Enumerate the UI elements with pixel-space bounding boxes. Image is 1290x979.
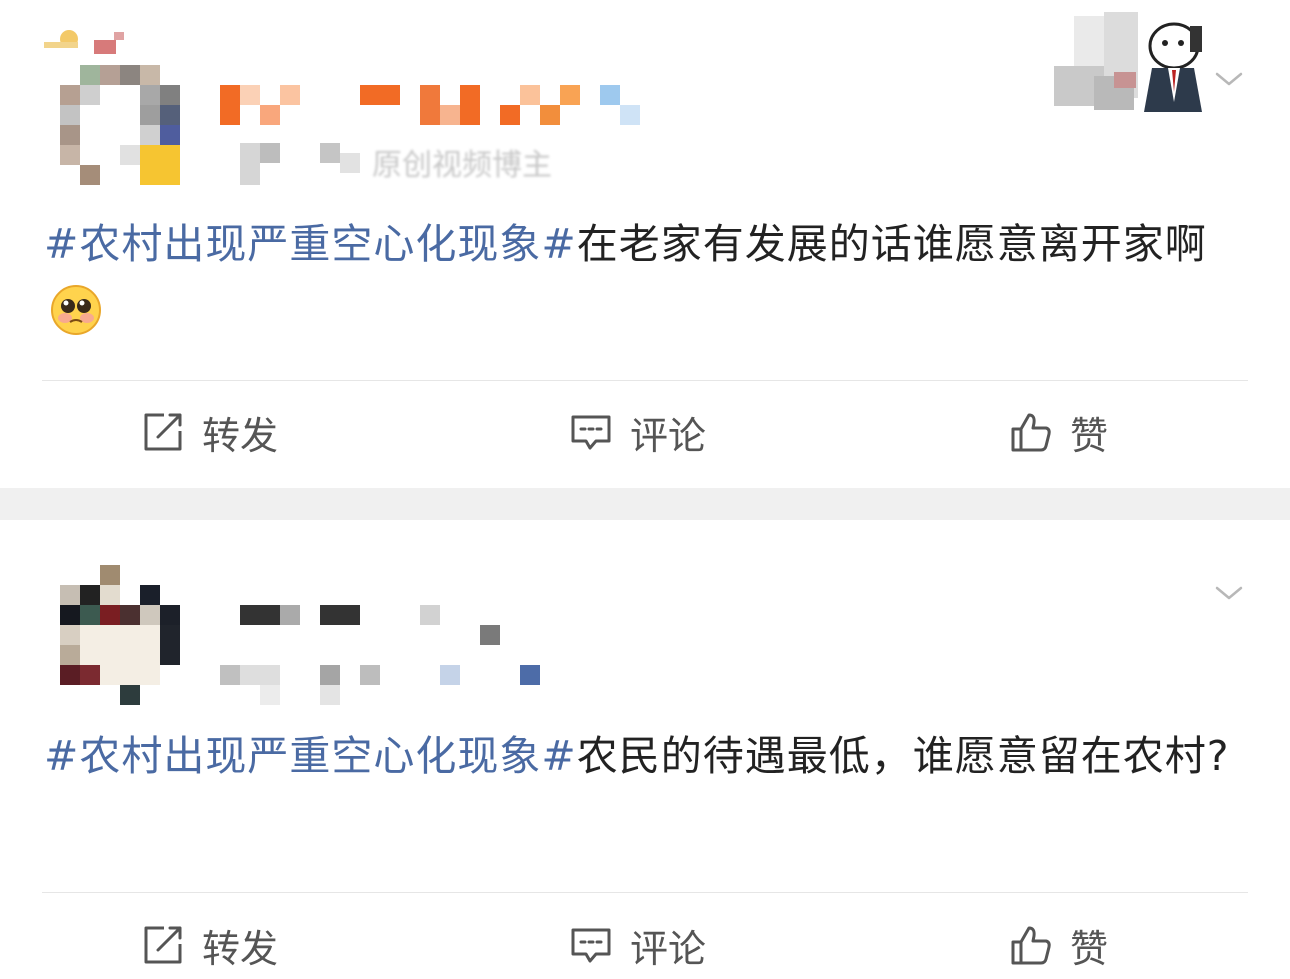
topic-link[interactable]: #农村出现严重空心化现象# xyxy=(44,220,577,268)
avatar-pendant-decoration xyxy=(34,26,130,66)
repost-label: 转发 xyxy=(202,413,279,458)
divider xyxy=(42,380,1248,381)
card-sticker-decoration xyxy=(1044,12,1206,112)
like-button[interactable]: 赞 xyxy=(1010,402,1108,462)
like-button[interactable]: 赞 xyxy=(1010,915,1108,975)
post-text: 在老家有发展的话谁愿意离开家啊 xyxy=(576,220,1207,268)
comment-label: 评论 xyxy=(630,926,707,971)
username-pixelated[interactable] xyxy=(220,85,650,125)
author-subtitle-text: 原创视频博主 xyxy=(372,148,552,183)
author-subtitle-pixelated xyxy=(220,665,560,705)
username-pixelated[interactable] xyxy=(240,605,520,645)
topic-link[interactable]: #农村出现严重空心化现象# xyxy=(44,732,577,780)
like-label: 赞 xyxy=(1070,926,1109,971)
repost-icon xyxy=(142,924,184,966)
thumbs-up-icon xyxy=(1010,411,1052,453)
repost-icon xyxy=(142,411,184,453)
action-bar: 转发 评论 赞 xyxy=(0,915,1290,975)
comment-icon xyxy=(570,924,612,966)
comment-label: 评论 xyxy=(630,413,707,458)
post-text: 农民的待遇最低，谁愿意留在农村? xyxy=(576,732,1230,780)
post-card-1: 原创视频博主 #农村出现严重空心化现象#在老家有发展的话谁愿意离开家啊 转发 评… xyxy=(0,0,1290,488)
chevron-down-icon[interactable] xyxy=(1214,578,1244,608)
thumbs-up-icon xyxy=(1010,924,1052,966)
like-label: 赞 xyxy=(1070,413,1109,458)
comment-icon xyxy=(570,411,612,453)
pleading-face-emoji xyxy=(50,284,102,336)
avatar[interactable] xyxy=(60,565,180,705)
comment-button[interactable]: 评论 xyxy=(570,915,706,975)
post-body: #农村出现严重空心化现象#农民的待遇最低，谁愿意留在农村? xyxy=(44,722,1244,790)
author-subtitle-pixelated xyxy=(240,143,380,185)
avatar[interactable] xyxy=(60,65,180,185)
post-card-2: #农村出现严重空心化现象#农民的待遇最低，谁愿意留在农村? 转发 评论 赞 xyxy=(0,520,1290,979)
repost-button[interactable]: 转发 xyxy=(142,402,278,462)
repost-button[interactable]: 转发 xyxy=(142,915,278,975)
post-separator xyxy=(0,488,1290,520)
action-bar: 转发 评论 赞 xyxy=(0,402,1290,462)
comment-button[interactable]: 评论 xyxy=(570,402,706,462)
repost-label: 转发 xyxy=(202,926,279,971)
divider xyxy=(42,892,1248,893)
post-body: #农村出现严重空心化现象#在老家有发展的话谁愿意离开家啊 xyxy=(44,210,1244,346)
chevron-down-icon[interactable] xyxy=(1214,64,1244,94)
